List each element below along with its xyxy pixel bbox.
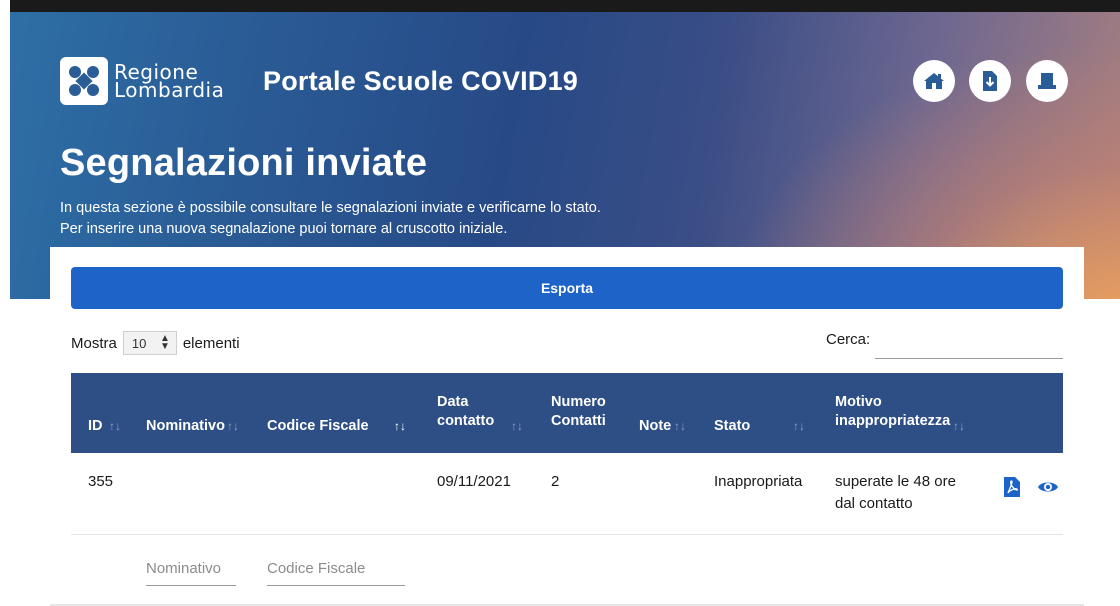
sort-icon[interactable]: ↑↓	[793, 419, 805, 433]
logo-text: Regione Lombardia	[114, 62, 225, 102]
cell-id: 355	[88, 473, 114, 490]
motivo-line-2: dal contatto	[835, 495, 913, 512]
sort-icon[interactable]: ↑↓	[953, 419, 965, 433]
logo-mark-icon	[60, 57, 108, 105]
page-length-value: 10	[131, 335, 147, 351]
column-label: Note	[639, 418, 672, 434]
reports-card: Esporta Mostra 10 ▲ ▼ elementi Cerca: ID …	[50, 247, 1084, 606]
intro-line-1: In questa sezione è possibile consultare…	[60, 200, 601, 216]
brand-line-2: Lombardia	[114, 78, 225, 102]
home-button[interactable]	[913, 60, 955, 102]
show-prefix: Mostra	[71, 334, 117, 352]
show-suffix: elementi	[182, 334, 240, 352]
column-header-codice-fiscale[interactable]: Codice Fiscale	[267, 417, 369, 436]
view-icon	[1038, 482, 1058, 492]
page-length-select[interactable]: 10 ▲ ▼	[122, 331, 177, 355]
cell-data-contatto: 09/11/2021	[437, 473, 511, 490]
cell-numero-contatti: 2	[551, 473, 560, 490]
column-header-id[interactable]: ID	[88, 417, 103, 436]
page-intro: In questa sezione è possibile consultare…	[60, 198, 601, 240]
column-label: Motivo	[835, 394, 882, 410]
column-label: ID	[88, 418, 103, 434]
filter-codice-fiscale-input[interactable]	[267, 552, 405, 586]
home-icon	[924, 73, 944, 89]
column-label: Codice Fiscale	[267, 418, 369, 434]
pdf-icon	[1004, 477, 1020, 497]
column-header-numero-contatti[interactable]: Numero Contatti	[551, 393, 606, 431]
download-pdf-button[interactable]	[1000, 475, 1024, 499]
column-label: Numero	[551, 394, 606, 410]
search-label: Cerca:	[826, 331, 871, 348]
motivo-line-1: superate le 48 ore	[835, 473, 956, 490]
app-title: Portale Scuole COVID19	[263, 66, 579, 96]
page-length-control: Mostra 10 ▲ ▼ elementi	[71, 331, 240, 355]
sort-icon[interactable]: ↑↓	[109, 419, 121, 433]
logout-button[interactable]	[1026, 60, 1068, 102]
select-arrows-icon: ▲ ▼	[159, 333, 170, 352]
cell-stato: Inappropriata	[714, 473, 803, 490]
view-button[interactable]	[1036, 475, 1060, 499]
column-label: contatto	[437, 413, 495, 429]
column-header-stato[interactable]: Stato	[714, 417, 750, 436]
sort-icon[interactable]: ↑↓	[674, 419, 686, 433]
download-button[interactable]	[969, 60, 1011, 102]
intro-line-2: Per inserire una nuova segnalazione puoi…	[60, 221, 508, 237]
column-label: Nominativo	[146, 418, 225, 434]
sort-icon[interactable]: ↑↓	[511, 419, 523, 433]
export-button[interactable]: Esporta	[71, 267, 1063, 309]
column-label: Stato	[714, 418, 751, 434]
column-header-data-contatto[interactable]: Data contatto	[437, 393, 494, 431]
logout-icon	[1038, 73, 1056, 89]
filter-nominativo-input[interactable]	[146, 552, 236, 586]
page-title: Segnalazioni inviate	[60, 142, 428, 184]
window-top-border	[10, 0, 1120, 12]
column-header-note[interactable]: Note	[639, 417, 671, 436]
column-label: Contatti	[551, 413, 606, 429]
download-icon	[983, 71, 997, 91]
column-header-nominativo[interactable]: Nominativo	[146, 417, 225, 436]
table-header: ID ↑↓ Nominativo ↑↓ Codice Fiscale ↑↓ Da…	[71, 373, 1063, 453]
table-row[interactable]: 355 09/11/2021 2 Inappropriata superate …	[71, 453, 1063, 535]
sort-icon[interactable]: ↑↓	[227, 419, 239, 433]
regione-lombardia-logo[interactable]: Regione Lombardia	[60, 57, 224, 105]
column-label: inappropriatezza	[835, 413, 951, 429]
search-input[interactable]	[875, 327, 1063, 359]
cell-motivo: superate le 48 ore dal contatto	[835, 471, 956, 515]
column-header-motivo[interactable]: Motivo inappropriatezza	[835, 393, 950, 431]
sort-icon-active[interactable]: ↑↓	[394, 419, 406, 433]
column-label: Data	[437, 394, 469, 410]
